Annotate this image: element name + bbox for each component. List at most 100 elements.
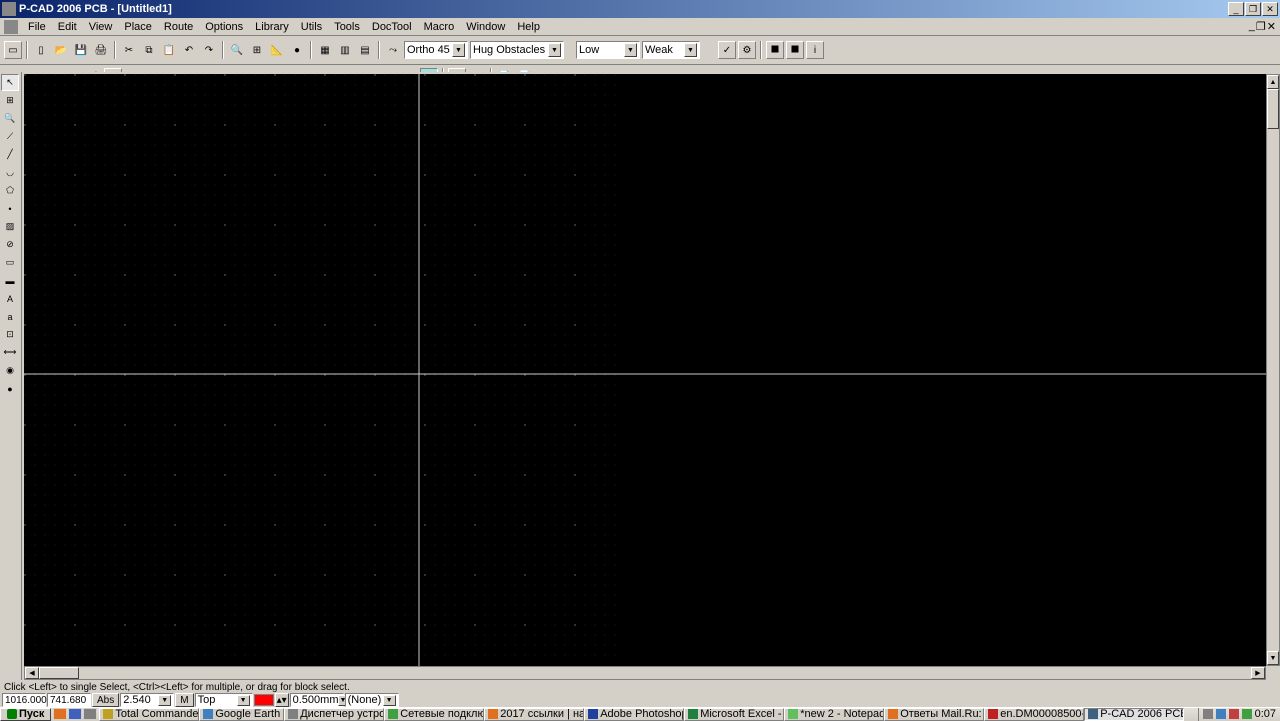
task-total-commander[interactable]: Total Commander 7.5... — [99, 708, 199, 721]
coord-x-field[interactable]: 1016.000 — [2, 693, 46, 707]
zoom-icon[interactable]: 🔍 — [1, 110, 19, 127]
redo-icon[interactable]: ↷ — [200, 41, 218, 59]
ql-desktop-icon[interactable] — [83, 708, 97, 720]
task-device-manager[interactable]: Диспетчер устройств — [284, 708, 384, 721]
scroll-right-icon[interactable]: ▶ — [1251, 667, 1265, 679]
arc-icon[interactable]: ◡ — [1, 164, 19, 181]
menu-file[interactable]: File — [22, 20, 52, 34]
minimize-button[interactable]: _ — [1228, 2, 1244, 16]
room-icon[interactable]: ▭ — [1, 254, 19, 271]
mdi-icon[interactable] — [4, 20, 18, 34]
menu-view[interactable]: View — [83, 20, 119, 34]
highlight-icon[interactable]: ⯀ — [766, 41, 784, 59]
route-icon[interactable]: ⤳ — [384, 41, 402, 59]
task-net-connections[interactable]: Сетевые подключения — [384, 708, 484, 721]
drc-icon[interactable]: ✓ — [718, 41, 736, 59]
task-browser-2017[interactable]: 2017 ссылки | назад... — [484, 708, 584, 721]
menu-place[interactable]: Place — [118, 20, 158, 34]
text-icon[interactable]: A — [1, 290, 19, 307]
pad-icon[interactable]: ● — [1, 380, 19, 397]
undo-icon[interactable]: ↶ — [180, 41, 198, 59]
child-close-button[interactable]: ✕ — [1267, 20, 1276, 33]
via-icon[interactable]: ◉ — [1, 362, 19, 379]
drc-setup-icon[interactable]: ⚙ — [738, 41, 756, 59]
attribute-icon[interactable]: a — [1, 308, 19, 325]
net-combo[interactable]: (None)▼ — [345, 693, 399, 707]
scroll-left-icon[interactable]: ◀ — [25, 667, 39, 679]
task-google-earth[interactable]: Google Earth — [199, 708, 284, 721]
menu-help[interactable]: Help — [511, 20, 546, 34]
layers-icon-1[interactable]: ▦ — [316, 41, 334, 59]
ortho-combo[interactable]: Ortho 45▼ — [404, 41, 468, 59]
select-tool-icon[interactable]: ▭ — [4, 41, 22, 59]
clock[interactable]: 0:07 — [1255, 708, 1276, 720]
line-icon[interactable]: ╱ — [1, 146, 19, 163]
menu-edit[interactable]: Edit — [52, 20, 83, 34]
start-button[interactable]: Пуск — [0, 708, 51, 721]
weak-combo[interactable]: Weak▼ — [642, 41, 700, 59]
task-notepadpp[interactable]: *new 2 - Notepad++ — [784, 708, 884, 721]
tray-icon-1[interactable] — [1203, 709, 1213, 719]
zoom-window-icon[interactable]: 🔍 — [228, 41, 246, 59]
task-pdf[interactable]: en.DM00008500-2.pd... — [984, 708, 1084, 721]
task-excel[interactable]: Microsoft Excel - База... — [684, 708, 784, 721]
layer-combo[interactable]: Top▼ — [195, 693, 253, 707]
tray-icon-3[interactable] — [1229, 709, 1239, 719]
layers-icon-2[interactable]: ▥ — [336, 41, 354, 59]
tray-icon-4[interactable] — [1242, 709, 1252, 719]
tray-icon-2[interactable] — [1216, 709, 1226, 719]
plane-icon[interactable]: ▬ — [1, 272, 19, 289]
layer-color-swatch[interactable] — [254, 694, 274, 706]
info-icon[interactable]: i — [806, 41, 824, 59]
task-pcad[interactable]: P-CAD 2006 PCB - [Un... — [1084, 708, 1184, 721]
connection-icon[interactable]: ⟋ — [1, 128, 19, 145]
open-icon[interactable]: 📂 — [52, 41, 70, 59]
task-photoshop[interactable]: Adobe Photoshop — [584, 708, 684, 721]
copper-pour-icon[interactable]: ▨ — [1, 218, 19, 235]
abs-button[interactable]: Abs — [92, 693, 119, 707]
close-button[interactable]: ✕ — [1262, 2, 1278, 16]
scroll-thumb[interactable] — [1267, 89, 1279, 129]
select-icon[interactable]: ↖ — [1, 74, 19, 91]
scroll-down-icon[interactable]: ▼ — [1267, 651, 1279, 665]
task-mailru[interactable]: Ответы Mail.Ru: в ф... — [884, 708, 984, 721]
hug-combo[interactable]: Hug Obstacles▼ — [470, 41, 564, 59]
vertical-scrollbar[interactable]: ▲ ▼ — [1266, 74, 1280, 666]
ql-firefox-icon[interactable] — [53, 708, 67, 720]
ql-ie-icon[interactable] — [68, 708, 82, 720]
dimension-icon[interactable]: ⟷ — [1, 344, 19, 361]
component-icon[interactable]: ⊞ — [1, 92, 19, 109]
save-icon[interactable]: 💾 — [72, 41, 90, 59]
print-icon[interactable]: 🖨 — [92, 41, 110, 59]
new-icon[interactable]: ▯ — [32, 41, 50, 59]
menu-tools[interactable]: Tools — [328, 20, 366, 34]
polygon-icon[interactable]: ⬠ — [1, 182, 19, 199]
unhighlight-icon[interactable]: ⯀ — [786, 41, 804, 59]
child-minimize-button[interactable]: _ — [1249, 20, 1255, 33]
coord-y-field[interactable]: 741.680 — [47, 693, 91, 707]
paste-icon[interactable]: 📋 — [160, 41, 178, 59]
scroll-thumb[interactable] — [39, 667, 79, 679]
keepout-icon[interactable]: ⊘ — [1, 236, 19, 253]
design-canvas[interactable] — [24, 74, 1266, 666]
menu-doctool[interactable]: DocTool — [366, 20, 418, 34]
layers-icon-3[interactable]: ▤ — [356, 41, 374, 59]
maximize-button[interactable]: ❐ — [1245, 2, 1261, 16]
horizontal-scrollbar[interactable]: ◀ ▶ — [24, 666, 1266, 680]
cut-icon[interactable]: ✂ — [120, 41, 138, 59]
menu-window[interactable]: Window — [460, 20, 511, 34]
field-icon[interactable]: ⊡ — [1, 326, 19, 343]
menu-utils[interactable]: Utils — [295, 20, 328, 34]
zoom-extents-icon[interactable]: ⊞ — [248, 41, 266, 59]
measure-icon[interactable]: 📐 — [268, 41, 286, 59]
copy-icon[interactable]: ⧉ — [140, 41, 158, 59]
layer-spin-icon[interactable]: ▴▾ — [275, 693, 289, 707]
scroll-up-icon[interactable]: ▲ — [1267, 75, 1279, 89]
menu-macro[interactable]: Macro — [418, 20, 461, 34]
low-combo[interactable]: Low▼ — [576, 41, 640, 59]
menu-library[interactable]: Library — [249, 20, 295, 34]
child-maximize-button[interactable]: ❐ — [1256, 20, 1266, 33]
grid-combo[interactable]: 2.540▼ — [120, 693, 174, 707]
menu-route[interactable]: Route — [158, 20, 199, 34]
record-macro-icon[interactable]: ● — [288, 41, 306, 59]
